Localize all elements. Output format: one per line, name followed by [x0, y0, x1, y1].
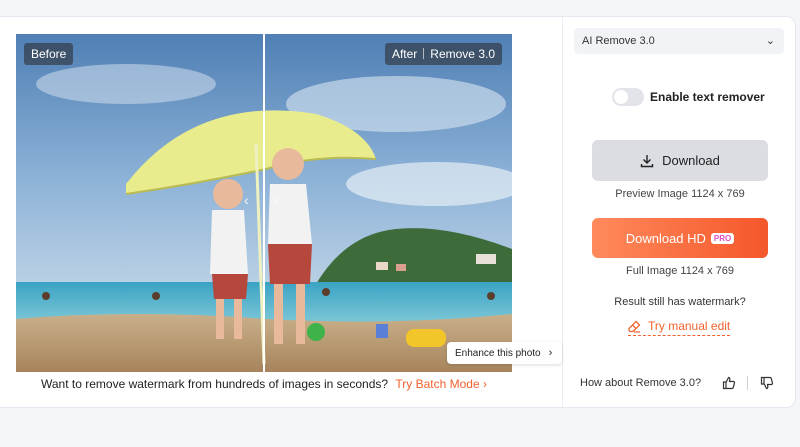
download-icon — [640, 154, 654, 167]
chevron-down-icon: ⌄ — [765, 35, 775, 47]
after-label: After Remove 3.0 — [384, 43, 502, 65]
pro-badge: PRO — [710, 232, 735, 244]
download-hd-button[interactable]: Download HD PRO — [592, 218, 768, 258]
batch-mode-link[interactable]: Try Batch Mode › — [395, 377, 487, 391]
manual-edit-link[interactable]: Try manual edit — [628, 318, 731, 336]
download-button[interactable]: Download — [592, 140, 768, 181]
batch-link-label: Try Batch Mode — [395, 377, 480, 391]
watermark-question: Result still has watermark? — [614, 296, 746, 308]
preview-image-caption: Preview Image 1124 x 769 — [615, 188, 745, 200]
chevron-right-icon: › — [548, 347, 553, 359]
feedback-question: How about Remove 3.0? — [580, 377, 702, 389]
model-select[interactable]: AI Remove 3.0 ⌄ — [574, 28, 784, 54]
before-label: Before — [24, 43, 74, 65]
batch-mode-prompt: Want to remove watermark from hundreds o… — [0, 377, 528, 391]
enhance-photo-button[interactable]: Enhance this photo › — [447, 342, 563, 364]
manual-edit-label: Try manual edit — [648, 319, 731, 333]
enhance-label: Enhance this photo — [455, 348, 541, 359]
download-hd-label: Download HD — [625, 230, 706, 246]
batch-text: Want to remove watermark from hundreds o… — [41, 377, 389, 391]
top-strip — [0, 0, 800, 8]
image-compare-viewer[interactable]: ‹ › Before After Remove 3.0 — [16, 34, 512, 372]
chevron-right-icon: › — [483, 377, 487, 391]
eraser-icon — [628, 320, 641, 333]
full-image-caption: Full Image 1124 x 769 — [625, 265, 735, 277]
compare-split-handle[interactable] — [263, 34, 265, 372]
feedback-separator — [747, 376, 748, 390]
badge-separator — [423, 48, 425, 59]
model-select-value: AI Remove 3.0 — [582, 35, 655, 47]
thumbs-up-icon[interactable] — [722, 376, 736, 390]
text-remover-toggle-row: Enable text remover — [612, 88, 765, 106]
panel-divider — [562, 16, 563, 408]
after-text: After — [391, 47, 418, 61]
chevron-right-icon[interactable]: › — [273, 192, 278, 208]
after-version: Remove 3.0 — [430, 47, 495, 61]
toggle-knob — [614, 90, 628, 104]
download-label: Download — [662, 153, 720, 168]
text-remover-label: Enable text remover — [650, 90, 765, 104]
text-remover-toggle[interactable] — [612, 88, 644, 106]
thumbs-down-icon[interactable] — [760, 376, 774, 390]
chevron-left-icon[interactable]: ‹ — [244, 192, 249, 208]
